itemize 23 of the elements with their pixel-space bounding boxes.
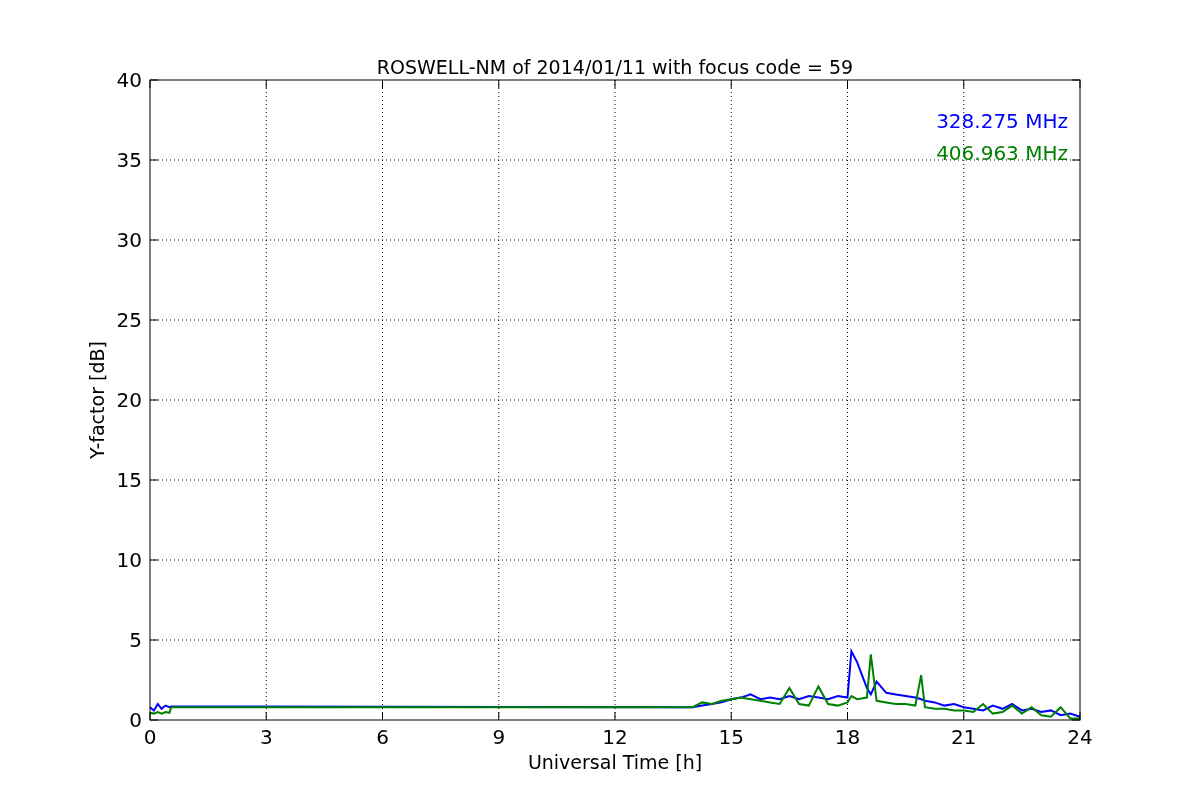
y-tick-label: 5 bbox=[129, 628, 142, 652]
x-tick-label: 15 bbox=[718, 725, 744, 749]
y-tick-label: 30 bbox=[116, 228, 142, 252]
y-tick-label: 40 bbox=[116, 68, 142, 92]
y-tick-label: 0 bbox=[129, 708, 142, 732]
x-tick-label: 3 bbox=[259, 725, 273, 749]
y-tick-label: 35 bbox=[116, 148, 142, 172]
x-tick-label: 0 bbox=[143, 725, 157, 749]
chart-title: ROSWELL-NM of 2014/01/11 with focus code = 59 bbox=[376, 56, 854, 78]
x-axis-label: Universal Time [h] bbox=[527, 751, 703, 773]
x-tick-label: 6 bbox=[376, 725, 389, 749]
x-tick-label: 18 bbox=[834, 725, 861, 749]
legend-label: 406.963 MHz bbox=[936, 141, 1068, 165]
x-tick-label: 9 bbox=[492, 725, 506, 749]
y-tick-label: 10 bbox=[116, 548, 142, 572]
x-tick-label: 21 bbox=[951, 725, 977, 749]
legend-label: 328.275 MHz bbox=[936, 109, 1068, 133]
y-tick-label: 15 bbox=[116, 468, 142, 492]
x-tick-label: 12 bbox=[602, 725, 628, 749]
y-axis-label: Y-factor [dB] bbox=[86, 341, 108, 459]
y-tick-label: 20 bbox=[116, 388, 142, 412]
x-tick-label: 24 bbox=[1067, 725, 1093, 749]
y-tick-label: 25 bbox=[116, 308, 142, 332]
